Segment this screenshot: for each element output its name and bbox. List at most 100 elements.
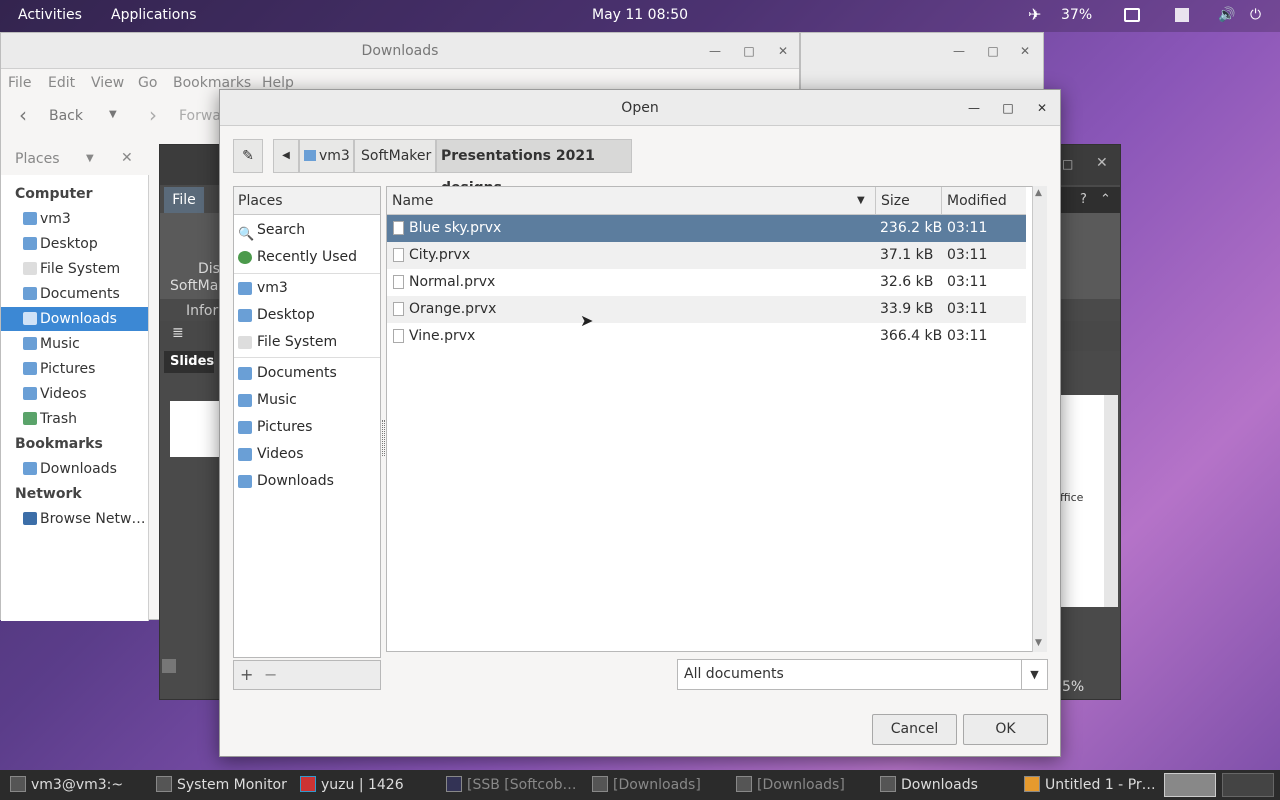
sidebar-item-downloads[interactable]: Downloads <box>1 307 148 331</box>
sidebar-item-pictures[interactable]: Pictures <box>1 357 148 381</box>
column-size[interactable]: Size <box>876 187 942 215</box>
place-desktop[interactable]: Desktop <box>234 302 380 329</box>
ok-button[interactable]: OK <box>963 714 1048 745</box>
minimize-icon[interactable]: — <box>707 43 723 59</box>
pane-resize-handle[interactable] <box>382 420 385 456</box>
clock[interactable]: May 11 08:50 <box>592 7 688 23</box>
place-file-system[interactable]: File System <box>234 329 380 356</box>
column-name[interactable]: Name ▼ <box>387 187 876 215</box>
place-pictures[interactable]: Pictures <box>234 414 380 441</box>
close-icon[interactable]: ✕ <box>1017 43 1033 59</box>
collapse-icon[interactable]: ⌃ <box>1100 187 1111 213</box>
slides-tab[interactable]: Slides <box>164 351 214 373</box>
workspace-2[interactable] <box>1222 773 1274 797</box>
place-vm3[interactable]: vm3 <box>234 275 380 302</box>
taskbar-item-ssb[interactable]: [SSB [Softcob… <box>446 770 577 800</box>
place-videos[interactable]: Videos <box>234 441 380 468</box>
download-folder-icon <box>23 312 37 325</box>
sidebar-item-trash[interactable]: Trash <box>1 407 148 431</box>
sidebar-item-browse-network[interactable]: Browse Netw… <box>1 507 148 531</box>
taskbar-item-downloads-2[interactable]: [Downloads] <box>736 770 845 800</box>
chevron-down-icon[interactable]: ▼ <box>109 109 117 120</box>
network-icon <box>23 512 37 525</box>
volume-icon[interactable]: 🔊 <box>1218 7 1235 23</box>
back-arrow-icon[interactable]: ‹ <box>19 103 27 127</box>
path-segment-vm3[interactable]: vm3 <box>299 139 354 173</box>
path-back-button[interactable]: ◀ <box>273 139 299 173</box>
add-bookmark-icon[interactable]: + <box>240 665 253 684</box>
place-music[interactable]: Music <box>234 387 380 414</box>
forward-button[interactable]: Forwa <box>179 108 221 124</box>
maximize-icon[interactable]: □ <box>985 43 1001 59</box>
path-segment-current[interactable]: Presentations 2021 designs <box>436 139 632 196</box>
menu-go[interactable]: Go <box>138 75 157 91</box>
display-icon[interactable] <box>1124 8 1140 22</box>
taskbar-item-presentations[interactable]: Untitled 1 - Pr… <box>1024 770 1156 800</box>
edit-location-button[interactable]: ✎ <box>233 139 263 173</box>
file-type-filter[interactable]: All documents ▼ <box>677 659 1048 690</box>
place-downloads[interactable]: Downloads <box>234 468 380 495</box>
file-icon <box>393 275 404 289</box>
sidebar-label[interactable]: Places <box>15 151 60 167</box>
path-segment-softmaker[interactable]: SoftMaker <box>354 139 436 173</box>
battery-label[interactable]: 37% <box>1061 7 1092 23</box>
folder-icon <box>23 287 37 300</box>
sidebar-item-videos[interactable]: Videos <box>1 382 148 406</box>
close-icon[interactable]: ✕ <box>121 150 133 166</box>
sidebar-item-documents[interactable]: Documents <box>1 282 148 306</box>
places-header[interactable]: Places <box>234 187 380 215</box>
sidebar-item-desktop[interactable]: Desktop <box>1 232 148 256</box>
sidebar-item-vm3[interactable]: vm3 <box>1 207 148 231</box>
taskbar-item-terminal[interactable]: vm3@vm3:~ <box>10 770 123 800</box>
vertical-scrollbar[interactable] <box>1104 395 1118 607</box>
taskbar-item-yuzu[interactable]: yuzu | 1426 <box>300 770 404 800</box>
cancel-button[interactable]: Cancel <box>872 714 957 745</box>
file-row[interactable]: Blue sky.prvx 236.2 kB 03:11 <box>387 215 1026 242</box>
scroll-down-icon[interactable]: ▼ <box>1035 638 1042 648</box>
back-button[interactable]: Back <box>49 108 83 124</box>
sidebar-item-bookmark-downloads[interactable]: Downloads <box>1 457 148 481</box>
menu-edit[interactable]: Edit <box>48 75 75 91</box>
list-icon[interactable]: ≣ <box>172 325 184 341</box>
maximize-icon[interactable]: □ <box>1062 157 1073 171</box>
taskbar-item-downloads-3[interactable]: Downloads <box>880 770 978 800</box>
videos-folder-icon <box>23 387 37 400</box>
close-icon[interactable]: ✕ <box>1034 100 1050 116</box>
chevron-down-icon[interactable]: ▼ <box>86 153 94 164</box>
menu-view[interactable]: View <box>91 75 124 91</box>
file-row[interactable]: Vine.prvx 366.4 kB 03:11 <box>387 323 1026 350</box>
power-icon[interactable]: ⏻ <box>1250 7 1261 23</box>
taskbar-item-downloads-1[interactable]: [Downloads] <box>592 770 701 800</box>
activities-button[interactable]: Activities <box>18 7 82 23</box>
help-icon[interactable]: ? <box>1080 187 1087 213</box>
place-recently-used[interactable]: Recently Used <box>234 244 380 271</box>
maximize-icon[interactable]: □ <box>1000 100 1016 116</box>
close-icon[interactable]: ✕ <box>1096 155 1108 171</box>
maximize-icon[interactable]: □ <box>741 43 757 59</box>
chevron-down-icon: ▼ <box>1021 660 1047 689</box>
drive-icon <box>238 336 252 349</box>
scroll-up-icon[interactable]: ▲ <box>1035 188 1042 198</box>
taskbar-item-system-monitor[interactable]: System Monitor <box>156 770 287 800</box>
zoom-level[interactable]: 5% <box>1062 679 1084 695</box>
file-list-scrollbar[interactable]: ▲ ▼ <box>1032 186 1047 652</box>
window-icon[interactable] <box>1175 8 1189 22</box>
file-row[interactable]: Normal.prvx 32.6 kB 03:11 <box>387 269 1026 296</box>
close-icon[interactable]: ✕ <box>775 43 791 59</box>
column-modified[interactable]: Modified <box>942 187 1026 215</box>
sidebar-item-filesystem[interactable]: File System <box>1 257 148 281</box>
softmaker-file-tab[interactable]: File <box>164 187 204 213</box>
menu-file[interactable]: File <box>8 75 31 91</box>
file-row[interactable]: City.prvx 37.1 kB 03:11 <box>387 242 1026 269</box>
workspace-1[interactable] <box>1164 773 1216 797</box>
place-documents[interactable]: Documents <box>234 360 380 387</box>
slide-thumbnail[interactable] <box>170 401 220 457</box>
file-row[interactable]: Orange.prvx 33.9 kB 03:11 <box>387 296 1026 323</box>
minimize-icon[interactable]: — <box>951 43 967 59</box>
forward-arrow-icon[interactable]: › <box>149 103 157 127</box>
remove-bookmark-icon[interactable]: − <box>264 665 277 684</box>
place-search[interactable]: 🔍 Search <box>234 217 380 244</box>
sidebar-item-music[interactable]: Music <box>1 332 148 356</box>
minimize-icon[interactable]: — <box>966 100 982 116</box>
applications-menu[interactable]: Applications <box>111 7 197 23</box>
